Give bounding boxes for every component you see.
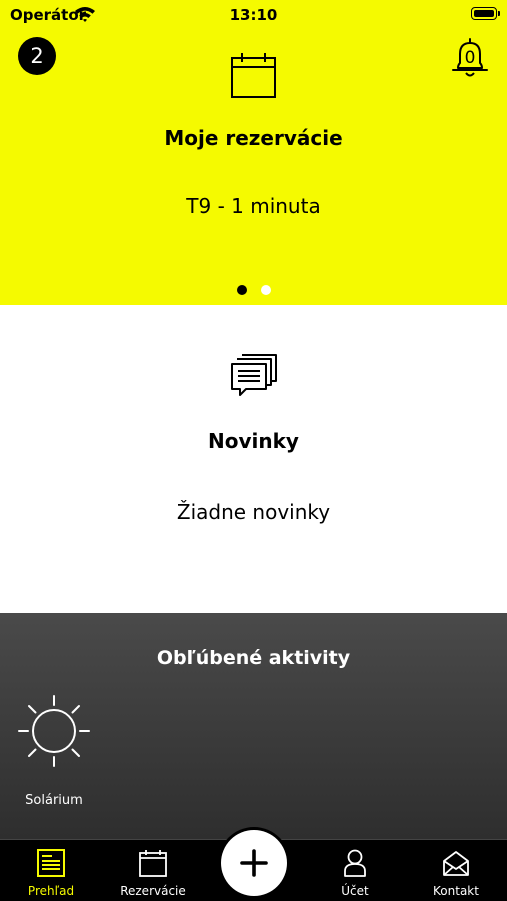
news-value: Žiadne novinky	[176, 500, 331, 524]
add-button[interactable]	[221, 830, 287, 896]
tab-overview[interactable]: Prehľad	[1, 840, 101, 901]
reservations-title: Moje rezervácie	[164, 126, 343, 150]
bell-button[interactable]: 0	[447, 35, 493, 81]
tab-account[interactable]: Účet	[305, 840, 405, 901]
envelope-icon	[443, 851, 469, 876]
carousel-dots[interactable]	[0, 285, 507, 295]
badge-count: 2	[30, 44, 44, 68]
bell-count: 0	[464, 48, 476, 68]
reservations-value: T9 - 1 minuta	[186, 194, 321, 218]
sun-icon	[18, 695, 90, 767]
reservations-card[interactable]: 2 0 Moje rezervácie T9 - 1 minuta	[0, 30, 507, 305]
tab-contact[interactable]: Kontakt	[406, 840, 506, 901]
status-bar: Operátor 13:10	[0, 0, 507, 30]
tab-label: Kontakt	[433, 884, 479, 898]
favorites-title: Obľúbené aktivity	[156, 647, 351, 669]
person-icon	[344, 849, 366, 877]
tab-reservations[interactable]: Rezervácie	[103, 840, 203, 901]
chat-bubbles-icon	[231, 354, 277, 396]
favorite-solarium[interactable]: Solárium	[10, 693, 98, 813]
calendar-icon	[231, 53, 276, 98]
clock: 13:10	[229, 6, 278, 24]
battery-icon	[471, 7, 500, 20]
news-title: Novinky	[208, 429, 299, 453]
calendar-icon	[139, 850, 167, 877]
favorites-section: Obľúbené aktivity Solárium	[0, 613, 507, 839]
tab-label: Prehľad	[27, 884, 75, 898]
news-card[interactable]: Novinky Žiadne novinky	[0, 305, 507, 613]
notification-badge[interactable]: 2	[18, 37, 56, 75]
carousel-dot-2[interactable]	[260, 285, 271, 295]
tab-label: Rezervácie	[120, 884, 186, 898]
tab-label: Účet	[341, 884, 369, 898]
overview-icon	[37, 849, 65, 877]
favorite-label: Solárium	[25, 793, 83, 808]
plus-icon	[240, 849, 268, 877]
carousel-dot-1[interactable]	[236, 285, 247, 295]
